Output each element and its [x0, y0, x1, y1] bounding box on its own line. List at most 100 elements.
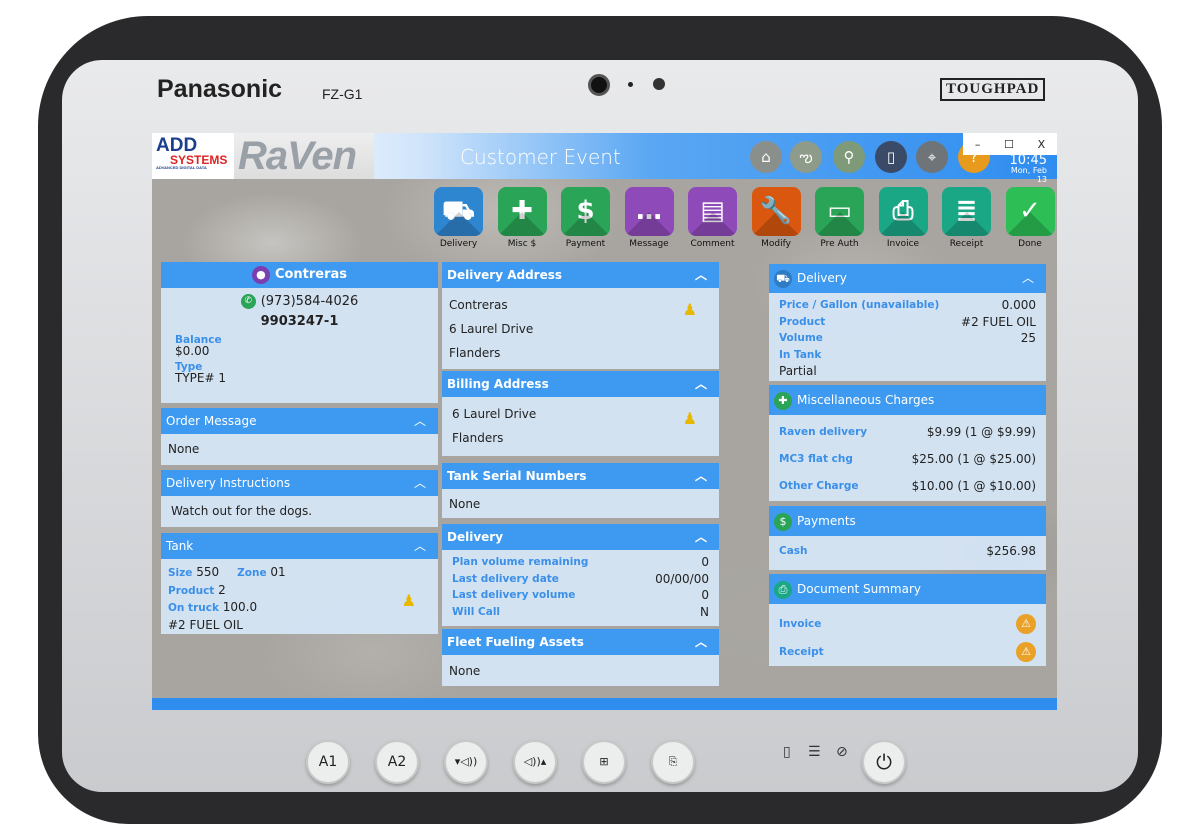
account-number: 9903247-1 [260, 314, 339, 329]
row-label: Last delivery volume [452, 589, 576, 601]
chevron-up-icon: ︿ [1021, 271, 1034, 285]
address-line: Contreras [449, 298, 508, 312]
delivery-instructions-header[interactable]: Delivery Instructions ︿ [161, 470, 438, 496]
location-person-icon[interactable]: ♟ [683, 298, 697, 322]
hardware-button-5[interactable]: ⊞ [582, 740, 626, 784]
user-icon: ● [251, 265, 270, 284]
power-button[interactable]: ⏻ [862, 740, 906, 784]
toolbar-misc-button[interactable]: ✚ Misc $ [497, 187, 547, 249]
row-label: Volume [779, 332, 823, 344]
row-value: $256.98 [986, 544, 1036, 558]
truck-icon: ⛟ [434, 187, 483, 236]
hardware-button-4[interactable]: ◁))▴ [513, 740, 557, 784]
phone-icon[interactable]: ▯ [875, 141, 907, 173]
toolbar-payment-button[interactable]: $ Payment [561, 187, 610, 249]
delivery-instructions-value: Watch out for the dogs. [171, 504, 313, 518]
hardware-button-1[interactable]: A1 [306, 740, 350, 784]
row-label: Raven delivery [779, 426, 868, 438]
balance-label: Balance [175, 334, 222, 346]
delivery-info-panel: Delivery ︿ Plan volume remaining 0 Last del… [442, 524, 719, 626]
chevron-up-icon: ︿ [694, 469, 707, 483]
warning-icon[interactable]: ⚠ [1016, 614, 1036, 634]
map-pin-icon[interactable]: ⚲ [833, 141, 865, 173]
row-label: Cash [779, 545, 808, 557]
tank-serial-value: None [449, 497, 481, 511]
toolbar-label: Message [629, 239, 669, 249]
toolbar-pre-auth-button[interactable]: ▭ Pre Auth [815, 187, 864, 249]
customer-phone[interactable]: (973)584-4026 [261, 294, 359, 309]
model-label: FZ-G1 [322, 86, 363, 102]
route-icon[interactable]: ఌ [790, 141, 822, 173]
info-row: Last delivery volume 0 [452, 587, 709, 604]
minimize-button[interactable]: – [975, 138, 981, 151]
location-person-icon[interactable]: ♟ [402, 592, 416, 610]
delivery-summary-header[interactable]: ⛟ Delivery ︿ [769, 264, 1046, 293]
toolbar-message-button[interactable]: … Message [624, 187, 674, 249]
dollar-icon: $ [774, 512, 792, 531]
toolbar-done-button[interactable]: ✓ Done [1005, 187, 1055, 249]
clock: 10:45 Mon, Feb 13 [1009, 153, 1047, 184]
tank-header[interactable]: Tank ︿ [161, 533, 438, 559]
hardware-button-6[interactable]: ⎘ [651, 740, 695, 784]
hardware-button-3[interactable]: ▾◁)) [444, 740, 488, 784]
delivery-info-header[interactable]: Delivery ︿ [442, 524, 719, 550]
billing-address-header[interactable]: Billing Address ︿ [442, 371, 719, 397]
row-value: 0 [701, 588, 709, 602]
toolbar-label: Payment [565, 239, 606, 249]
in-tank-value: Partial [779, 364, 817, 378]
toolbar-receipt-button[interactable]: ≣ Receipt [942, 187, 991, 249]
receipt-icon: ≣ [942, 187, 991, 236]
row-value: $9.99 (1 @ $9.99) [926, 425, 1036, 439]
hardware-button-2[interactable]: A2 [375, 740, 419, 784]
storage-indicator-icon: ☰ [808, 744, 821, 760]
chevron-up-icon: ︿ [694, 268, 707, 282]
toolbar-delivery-button[interactable]: ⛟ Delivery [434, 187, 483, 249]
row-value: 0.000 [1001, 298, 1036, 312]
delivery-address-header[interactable]: Delivery Address ︿ [442, 262, 719, 288]
printer-icon: ⎙ [878, 187, 928, 236]
truck-icon: ⛟ [774, 269, 792, 288]
tank-product-name: #2 FUEL OIL [168, 617, 243, 632]
row-value: $10.00 (1 @ $10.00) [911, 479, 1036, 493]
toolbar-invoice-button[interactable]: ⎙ Invoice [878, 187, 928, 249]
fleet-value: None [449, 664, 481, 678]
warning-icon[interactable]: ⚠ [1016, 642, 1036, 662]
toolbar-label: Invoice [886, 239, 920, 249]
info-row: Volume 25 [779, 330, 1036, 347]
printer-icon: ⎙ [774, 580, 792, 599]
toolbar-label: Delivery [439, 239, 478, 249]
dollar-icon: $ [561, 187, 610, 236]
close-button[interactable]: X [1038, 138, 1046, 151]
fleet-header[interactable]: Fleet Fueling Assets ︿ [442, 629, 719, 655]
misc-charges-header: ✚ Miscellaneous Charges [769, 385, 1046, 415]
tank-panel: Tank ︿ Size 550 Zone 01 Product 2 On truck… [161, 533, 438, 634]
phone-icon[interactable]: ✆ [240, 294, 256, 309]
toolbar-modify-button[interactable]: 🔧 Modify [751, 187, 801, 249]
info-row: Will Call N [452, 604, 709, 621]
screen: ADD SYSTEMS ADVANCED DIGITAL DATA RaVen Cu… [152, 133, 1057, 710]
row-value: #2 FUEL OIL [961, 314, 1036, 329]
home-icon[interactable]: ⌂ [750, 141, 782, 173]
add-systems-logo: ADD SYSTEMS ADVANCED DIGITAL DATA [156, 135, 228, 170]
tank-serial-panel: Tank Serial Numbers ︿ None [442, 463, 719, 518]
sensor [628, 82, 633, 87]
billing-address-panel: Billing Address ︿ 6 Laurel Drive Flanders ♟ [442, 371, 719, 456]
delivery-address-panel: Delivery Address ︿ Contreras 6 Laurel Driv… [442, 262, 719, 369]
certificate-icon: ▭ [815, 187, 864, 236]
row-value: N [700, 604, 709, 619]
fleet-panel: Fleet Fueling Assets ︿ None [442, 629, 719, 686]
order-message-header[interactable]: Order Message ︿ [161, 408, 438, 434]
customer-panel: ● Contreras ✆ (973)584-4026 9903247-1 Bala… [161, 262, 438, 403]
payments-panel: $ Payments Cash $256.98 [769, 506, 1046, 570]
info-row: Last delivery date 00/00/00 [452, 571, 709, 588]
check-icon: ✓ [1005, 187, 1055, 236]
row-value: 0 [701, 555, 709, 569]
row-value: $25.00 (1 @ $25.00) [911, 452, 1036, 466]
gps-icon[interactable]: ⌖ [916, 141, 948, 173]
sensor [653, 78, 665, 90]
toolbar-comment-button[interactable]: ▤ Comment [688, 187, 737, 249]
maximize-button[interactable]: ☐ [1004, 138, 1014, 151]
tank-serial-header[interactable]: Tank Serial Numbers ︿ [442, 463, 719, 489]
location-person-icon[interactable]: ♟ [683, 407, 697, 431]
raven-logo: RaVen [234, 133, 374, 179]
